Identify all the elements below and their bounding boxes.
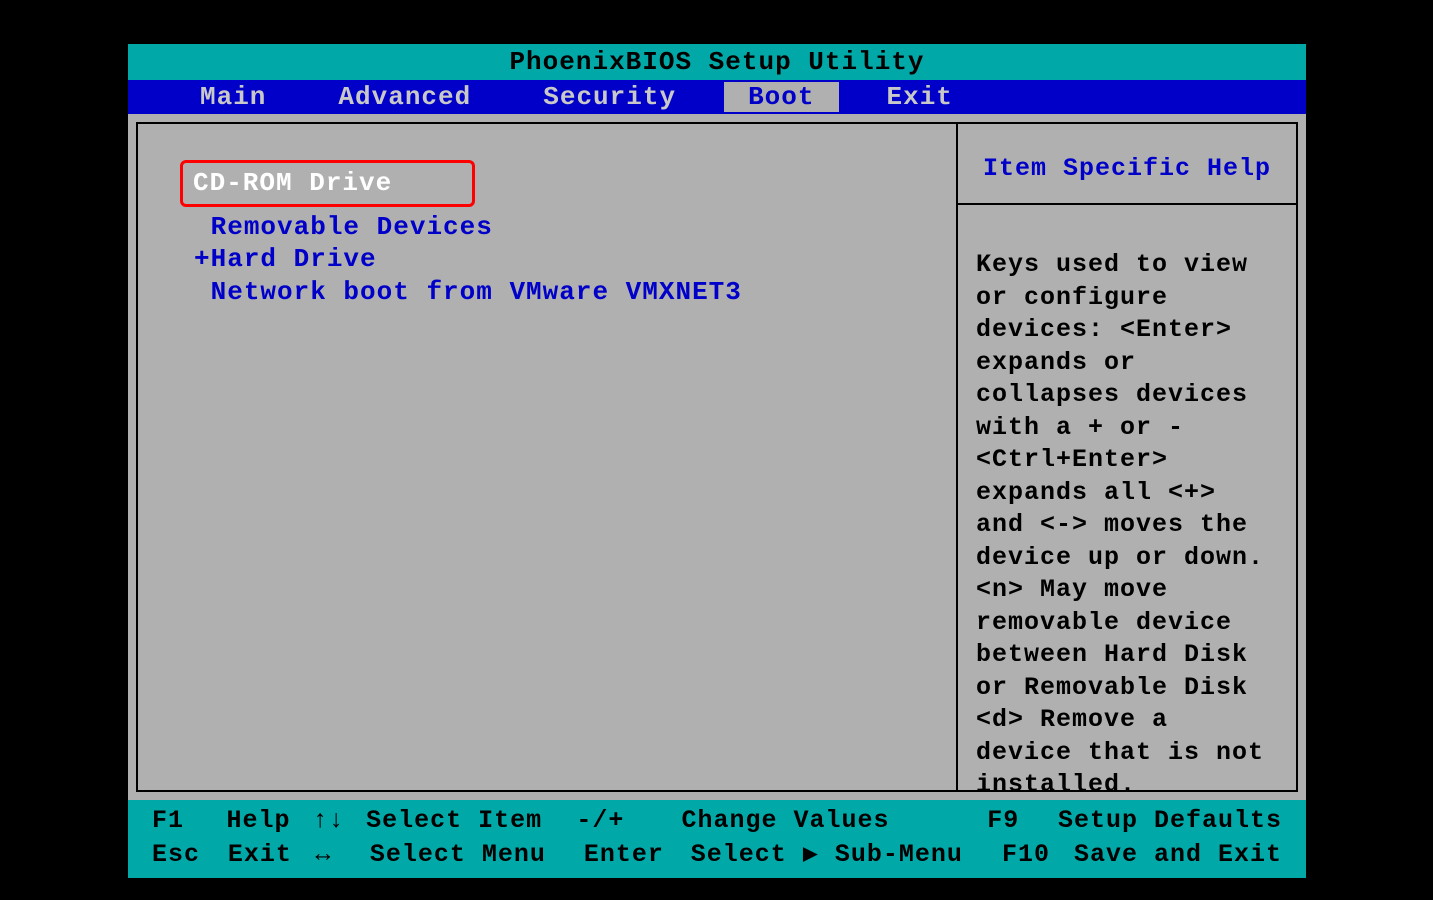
lbl-save-exit: Save and Exit [1074, 838, 1282, 872]
lbl-exit: Exit [228, 838, 316, 872]
boot-item-cdrom[interactable]: CD-ROM Drive [194, 160, 936, 211]
lbl-select-item: Select Item [366, 804, 576, 838]
key-updown: ↑↓ [313, 804, 367, 838]
key-f1: F1 [152, 804, 227, 838]
key-f9: F9 [987, 804, 1058, 838]
menu-main[interactable]: Main [176, 82, 290, 112]
help-body: Keys used to view or configure devices: … [958, 205, 1296, 822]
lbl-change-values: Change Values [681, 804, 987, 838]
bios-window: PhoenixBIOS Setup Utility Main Advanced … [128, 44, 1306, 878]
menu-exit[interactable]: Exit [863, 82, 977, 112]
footer-row-2: Esc Exit ↔ Select Menu Enter Select ▶ Su… [128, 838, 1306, 872]
key-f10: F10 [1002, 838, 1074, 872]
boot-item-harddrive[interactable]: +Hard Drive [194, 243, 936, 276]
boot-item-removable[interactable]: Removable Devices [194, 211, 936, 244]
key-enter: Enter [584, 838, 691, 872]
menu-boot[interactable]: Boot [724, 82, 838, 112]
content-area: CD-ROM Drive Removable Devices +Hard Dri… [136, 122, 1298, 792]
title-bar: PhoenixBIOS Setup Utility [128, 44, 1306, 80]
boot-order-panel: CD-ROM Drive Removable Devices +Hard Dri… [138, 124, 958, 790]
help-header: Item Specific Help [958, 124, 1296, 205]
menu-advanced[interactable]: Advanced [314, 82, 495, 112]
key-plusminus: -/+ [576, 804, 681, 838]
footer: F1 Help ↑↓ Select Item -/+ Change Values… [128, 800, 1306, 878]
key-leftright: ↔ [315, 838, 369, 872]
boot-item-network[interactable]: Network boot from VMware VMXNET3 [194, 276, 936, 309]
lbl-setup-defaults: Setup Defaults [1058, 804, 1282, 838]
lbl-select-menu: Select Menu [370, 838, 584, 872]
menu-bar: Main Advanced Security Boot Exit [128, 80, 1306, 114]
key-esc: Esc [152, 838, 228, 872]
footer-row-1: F1 Help ↑↓ Select Item -/+ Change Values… [128, 804, 1306, 838]
help-panel: Item Specific Help Keys used to view or … [958, 124, 1296, 790]
lbl-select-submenu: Select ▶ Sub-Menu [691, 838, 1002, 872]
lbl-help: Help [227, 804, 313, 838]
menu-security[interactable]: Security [519, 82, 700, 112]
